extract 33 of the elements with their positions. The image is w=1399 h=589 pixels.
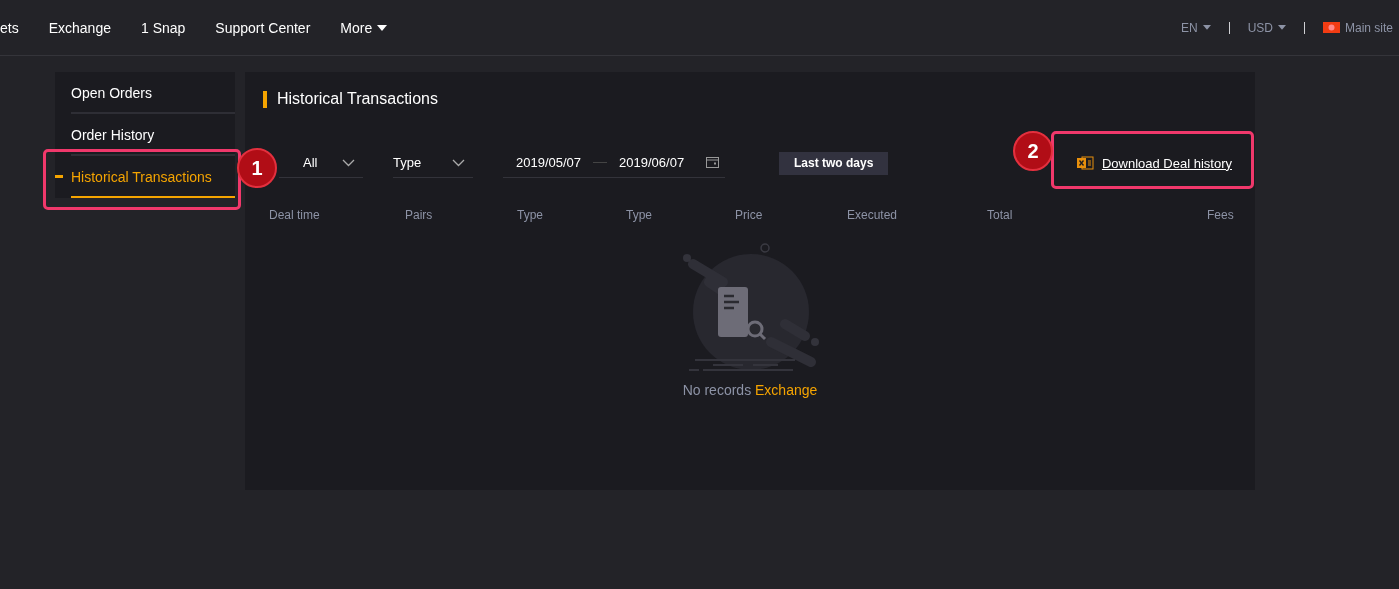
caret-icon <box>1277 25 1286 30</box>
nav-link[interactable]: More <box>340 19 373 36</box>
nav-link[interactable]: ets <box>0 19 19 36</box>
currency-selector[interactable]: USD <box>1247 20 1273 35</box>
last-two-days-button[interactable]: Last two days <box>779 151 889 175</box>
nav-link[interactable]: Exchange <box>48 19 111 36</box>
column-header: Executed <box>847 208 899 222</box>
nav-link[interactable]: 1 Snap <box>140 19 186 36</box>
flag-icon <box>1322 22 1340 33</box>
caret-icon <box>1202 25 1211 30</box>
column-header: Type <box>626 208 653 222</box>
column-header: Deal time <box>269 208 321 222</box>
filter-select[interactable]: Type <box>393 148 473 178</box>
column-header: Pairs <box>405 208 434 222</box>
chevron-down-icon <box>342 158 355 167</box>
column-header: Type <box>517 208 544 222</box>
date-range-field[interactable]: 2019/05/07 2019/06/07 <box>503 148 725 178</box>
download-link[interactable]: Download Deal history <box>1076 155 1232 171</box>
caret-icon <box>377 24 388 31</box>
nav-link[interactable]: Support Center <box>215 19 311 36</box>
exchange-link[interactable]: Exchange <box>755 382 818 398</box>
language-selector[interactable]: EN <box>1180 20 1198 35</box>
chevron-down-icon <box>452 158 465 167</box>
panel-title: Historical Transactions <box>277 90 438 108</box>
column-header: Price <box>735 208 764 222</box>
main-site-link[interactable]: Main site <box>1344 20 1393 35</box>
empty-state-text: No records Exchange <box>682 382 818 398</box>
spreadsheet-icon <box>1076 156 1094 170</box>
calendar-icon <box>706 157 719 168</box>
title-marker <box>263 90 267 108</box>
filter-select[interactable]: All <box>279 148 363 178</box>
column-header: Total <box>987 208 1014 222</box>
column-header: Fees <box>1207 208 1234 222</box>
